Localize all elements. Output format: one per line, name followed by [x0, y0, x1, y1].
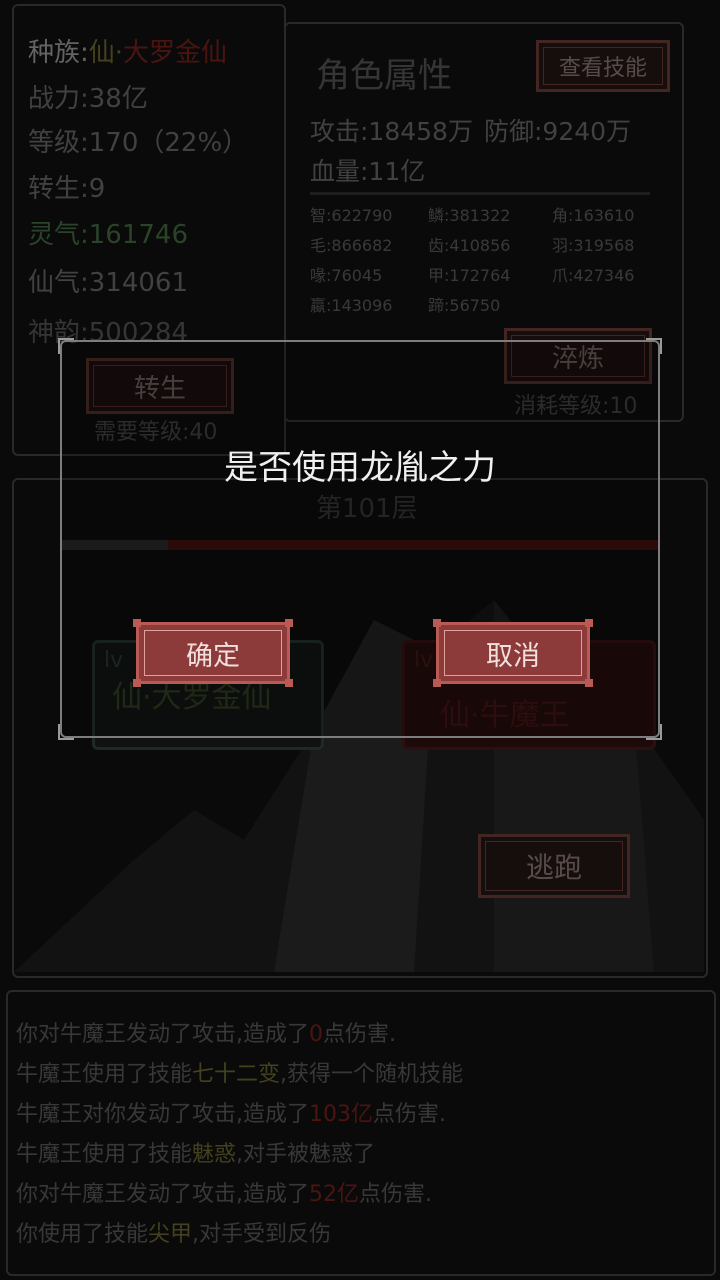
dialog-corner-tl: [58, 338, 74, 354]
dialog-corner-bl: [58, 724, 74, 740]
cancel-button-label: 取消: [486, 640, 540, 672]
confirm-button-label: 确定: [186, 640, 240, 672]
cancel-button[interactable]: 取消: [433, 619, 593, 687]
dialog-corner-tr: [646, 338, 662, 354]
confirm-dialog: 是否使用龙胤之力 确定 取消: [58, 338, 662, 740]
confirm-button[interactable]: 确定: [133, 619, 293, 687]
dialog-corner-br: [646, 724, 662, 740]
dialog-message: 是否使用龙胤之力: [224, 448, 496, 488]
